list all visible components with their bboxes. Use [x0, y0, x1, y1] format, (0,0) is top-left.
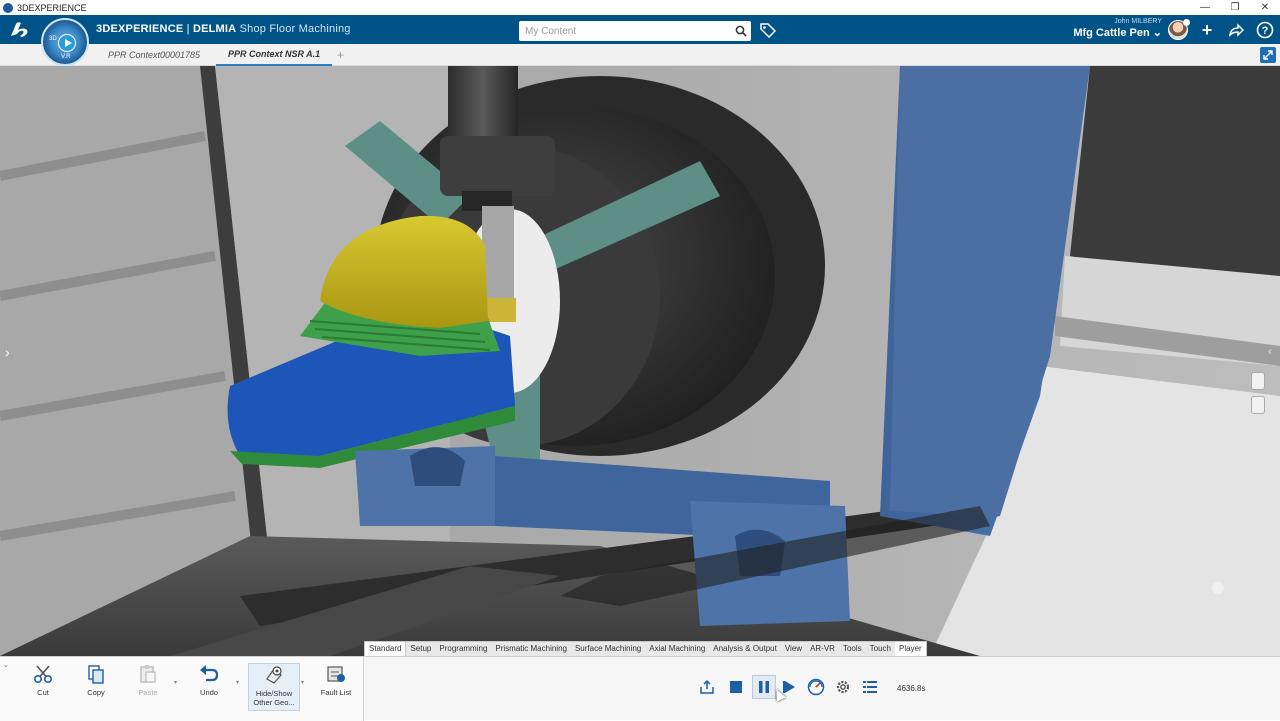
- undo-label: Undo: [200, 688, 218, 697]
- speed-icon[interactable]: [806, 677, 826, 697]
- undo-icon: [197, 663, 221, 685]
- cut-button[interactable]: Cut: [18, 663, 68, 711]
- brand-name: 3DEXPERIENCE: [96, 23, 184, 35]
- minimize-button[interactable]: —: [1190, 0, 1220, 15]
- section-tab-surface-machining[interactable]: Surface Machining: [571, 642, 645, 656]
- ds-logo-icon[interactable]: [8, 20, 32, 40]
- action-bar-section-tabs: Standard Setup Programming Prismatic Mac…: [364, 641, 927, 656]
- scissors-icon: [31, 663, 55, 685]
- compass-label-3d: 3D: [49, 36, 57, 42]
- window-controls: — ❐ ✕: [1190, 0, 1280, 15]
- app-title: 3DEXPERIENCE | DELMIA Shop Floor Machini…: [96, 23, 351, 35]
- notification-badge-icon: [1183, 19, 1190, 26]
- search-icon[interactable]: [731, 22, 751, 40]
- copy-icon: [84, 663, 108, 685]
- section-tab-player[interactable]: Player: [895, 642, 926, 656]
- paste-dropdown-icon[interactable]: ▾: [174, 679, 177, 686]
- maximize-viewer-icon[interactable]: [1260, 47, 1276, 63]
- section-tab-view[interactable]: View: [781, 642, 806, 656]
- add-label: +: [1201, 19, 1213, 40]
- help-label: ?: [1262, 25, 1269, 37]
- share-icon[interactable]: [1226, 20, 1246, 40]
- add-tab-icon[interactable]: +: [337, 48, 344, 62]
- settings-icon[interactable]: [833, 677, 853, 697]
- restore-button[interactable]: ❐: [1220, 0, 1250, 15]
- tab-label: PPR Context00001785: [108, 50, 201, 60]
- viewer-toggle-icon[interactable]: [1251, 372, 1265, 390]
- tab-ppr-context-nsr[interactable]: PPR Context NSR A.1: [216, 44, 333, 66]
- section-tab-prismatic-machining[interactable]: Prismatic Machining: [491, 642, 571, 656]
- tab-label: PPR Context NSR A.1: [228, 49, 321, 59]
- tab-bar: PPR Context00001785 PPR Context NSR A.1 …: [0, 44, 1280, 66]
- section-tab-ar-vr[interactable]: AR-VR: [806, 642, 839, 656]
- app-icon: [3, 2, 13, 13]
- play-icon[interactable]: [58, 34, 76, 52]
- undo-dropdown-icon[interactable]: ▾: [236, 679, 239, 686]
- search-box[interactable]: [519, 21, 751, 41]
- undo-button[interactable]: Undo: [184, 663, 234, 711]
- stop-icon[interactable]: [726, 677, 746, 697]
- collapse-icon[interactable]: ⌄: [3, 661, 9, 669]
- user-name: John MILBERY: [1114, 18, 1162, 25]
- fault-list-button[interactable]: Fault List: [311, 663, 361, 711]
- workspace-selector[interactable]: Mfg Cattle Pen ⌄: [1073, 26, 1162, 39]
- paste-icon: [136, 663, 160, 685]
- section-tab-axial-machining[interactable]: Axial Machining: [645, 642, 709, 656]
- hide-show-dropdown-icon[interactable]: ▾: [301, 679, 304, 686]
- chevron-right-icon[interactable]: ›: [5, 344, 10, 360]
- user-block[interactable]: John MILBERY Mfg Cattle Pen ⌄: [1073, 18, 1162, 39]
- cut-label: Cut: [37, 688, 49, 697]
- paste-button[interactable]: Paste: [123, 663, 173, 711]
- section-tab-analysis-output[interactable]: Analysis & Output: [709, 642, 781, 656]
- section-tab-touch[interactable]: Touch: [866, 642, 895, 656]
- hide-show-label: Hide/Show Other Geo...: [253, 689, 295, 707]
- fault-list-icon: [324, 663, 348, 685]
- action-bar: ⌄ Cut Copy Paste ▾ Undo ▾ Hide/Show Othe…: [0, 656, 1280, 721]
- pause-icon[interactable]: [752, 675, 776, 699]
- tab-ppr-context-00001785[interactable]: PPR Context00001785: [108, 44, 200, 66]
- product-name: DELMIA: [192, 23, 237, 35]
- section-tab-programming[interactable]: Programming: [435, 642, 491, 656]
- copy-label: Copy: [87, 688, 105, 697]
- window-title: 3DEXPERIENCE: [17, 2, 87, 13]
- section-tab-setup[interactable]: Setup: [406, 642, 435, 656]
- machining-scene: [0, 66, 1280, 656]
- app-header: 3DEXPERIENCE | DELMIA Shop Floor Machini…: [0, 15, 1280, 44]
- list-icon[interactable]: [860, 677, 880, 697]
- standard-commands: ⌄ Cut Copy Paste ▾ Undo ▾ Hide/Show Othe…: [0, 657, 364, 721]
- compass-label-vr: V.R: [61, 54, 71, 60]
- tag-icon[interactable]: [759, 22, 777, 39]
- chevron-down-icon: ⌄: [1152, 27, 1162, 39]
- paste-label: Paste: [138, 688, 158, 697]
- copy-button[interactable]: Copy: [71, 663, 121, 711]
- brand-separator: |: [183, 23, 193, 35]
- workspace-label: Mfg Cattle Pen: [1073, 27, 1150, 39]
- search-input[interactable]: [519, 22, 731, 40]
- app-name: Shop Floor Machining: [239, 23, 351, 35]
- hide-show-icon: [262, 664, 286, 686]
- chevron-left-icon[interactable]: ‹: [1268, 344, 1272, 358]
- add-icon[interactable]: +: [1197, 20, 1217, 40]
- compass-icon[interactable]: 3D V.R: [41, 18, 89, 66]
- close-button[interactable]: ✕: [1250, 0, 1280, 15]
- player-time: 4636.8s: [897, 684, 926, 693]
- viewer-options-icon[interactable]: [1251, 396, 1265, 414]
- hide-show-other-geo-button[interactable]: Hide/Show Other Geo...: [248, 663, 300, 711]
- section-tab-standard[interactable]: Standard: [365, 642, 407, 656]
- os-title-bar: 3DEXPERIENCE — ❐ ✕: [0, 0, 1280, 15]
- export-icon[interactable]: [697, 677, 717, 697]
- 3d-viewport[interactable]: › ‹: [0, 66, 1280, 656]
- fault-list-label: Fault List: [320, 688, 352, 697]
- section-tab-tools[interactable]: Tools: [839, 642, 866, 656]
- help-icon[interactable]: ?: [1255, 20, 1275, 40]
